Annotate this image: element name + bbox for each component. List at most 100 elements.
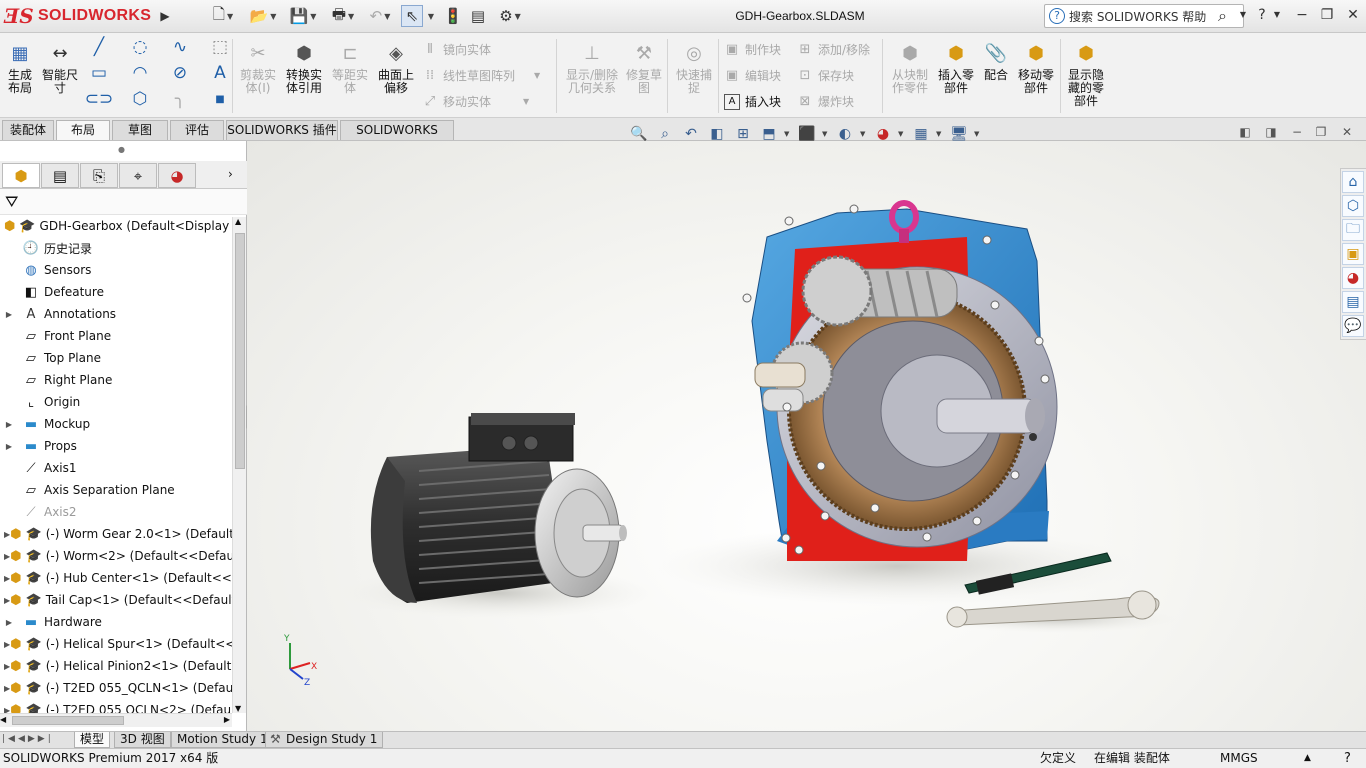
select-dropdown[interactable]: ▼ xyxy=(424,5,436,27)
rectangle-icon[interactable]: ▭ xyxy=(88,63,110,83)
new-document-button[interactable]: 🗋 ▼ xyxy=(205,5,241,27)
tree-item[interactable]: ▶⬢🎓(-) T2ED 055_QCLN<1> (Default<<Defaul… xyxy=(0,677,232,699)
move-component-button[interactable]: ⬢ 移动零 部件 xyxy=(1014,41,1058,95)
view-orientation-dropdown[interactable]: ▼ xyxy=(784,130,792,138)
viewport-close-icon[interactable]: ✕ xyxy=(1338,125,1356,141)
tab-evaluate[interactable]: 评估 xyxy=(170,120,224,140)
file-explorer-icon[interactable]: 🗀 xyxy=(1342,219,1364,241)
graphics-area[interactable]: Y X Z xyxy=(247,141,1366,731)
view-orientation-icon[interactable]: ⬒ xyxy=(758,125,780,143)
tree-item[interactable]: ◍ Sensors xyxy=(0,259,232,281)
apply-scene-icon[interactable]: ▦ xyxy=(910,125,932,143)
view-palette-icon[interactable]: ▣ xyxy=(1342,243,1364,265)
construction-geometry-icon[interactable]: ⬚ xyxy=(209,37,231,57)
repair-sketch-button[interactable]: ⚒ 修复草 图 xyxy=(624,41,664,95)
hide-show-dropdown[interactable]: ▼ xyxy=(860,130,868,138)
linear-pattern-button[interactable]: ⁞⁞ 线性草图阵列 ▼ xyxy=(422,67,540,84)
point-icon[interactable]: ■ xyxy=(209,89,231,109)
scroll-thumb[interactable] xyxy=(235,233,245,469)
file-properties-button[interactable]: ▤ xyxy=(468,5,488,27)
expand-arrow-icon[interactable]: ▶ xyxy=(4,618,14,627)
tree-item[interactable]: ▱ Right Plane xyxy=(0,369,232,391)
tab-3d-views[interactable]: 3D 视图 xyxy=(114,732,171,748)
tree-horizontal-scrollbar[interactable]: ◀ ▶ xyxy=(0,713,232,727)
tree-item[interactable]: ▶⬢🎓(-) Worm<2> (Default<<Default>_Displa… xyxy=(0,545,232,567)
tree-item[interactable]: ▶ ▬ Hardware xyxy=(0,611,232,633)
insert-component-button[interactable]: ⬢ 插入零 部件 xyxy=(934,41,978,95)
property-manager-tab[interactable]: ▤ xyxy=(41,163,79,188)
offset-on-surface-button[interactable]: ◈ 曲面上 偏移 xyxy=(374,41,418,95)
create-layout-button[interactable]: ▦ 生成 布局 xyxy=(4,41,36,95)
quick-snap-button[interactable]: ◎ 快速捕 捉 xyxy=(672,41,716,95)
view-settings-icon[interactable]: 🖥 xyxy=(948,125,970,143)
display-relations-button[interactable]: ⊥ 显示/删除 几何关系 xyxy=(562,41,622,95)
zoom-to-fit-icon[interactable]: 🔍 xyxy=(628,125,650,143)
tab-model[interactable]: 模型 xyxy=(74,732,111,748)
display-style-icon[interactable]: ⬛ xyxy=(796,125,818,143)
tab-sketch[interactable]: 草图 xyxy=(112,120,168,140)
previous-view-icon[interactable]: ↶ xyxy=(680,125,702,143)
feature-manager-tab[interactable]: ⬢ xyxy=(2,163,40,188)
tree-item[interactable]: ▱ Axis Separation Plane xyxy=(0,479,232,501)
options-button[interactable]: ⚙ ▼ xyxy=(493,5,527,27)
close-button[interactable]: ✕ xyxy=(1342,4,1364,26)
display-manager-tab[interactable]: ◕ xyxy=(158,163,196,188)
units-dropdown-icon[interactable]: ▲ xyxy=(1304,749,1311,768)
tree-item[interactable]: ◧ Defeature xyxy=(0,281,232,303)
tree-item[interactable]: 🕘 历史记录 xyxy=(0,237,232,259)
scroll-right-arrow[interactable]: ▶ xyxy=(224,715,230,724)
save-block-button[interactable]: ⊡ 保存块 xyxy=(797,67,854,84)
tab-scroll-arrows[interactable]: |◀◀▶▶| xyxy=(2,732,54,747)
help-dropdown-arrow[interactable]: ▼ xyxy=(1266,4,1288,26)
electric-motor[interactable] xyxy=(370,413,627,603)
scroll-left-arrow[interactable]: ◀ xyxy=(0,715,6,724)
appearance-dropdown[interactable]: ▼ xyxy=(898,130,906,138)
tree-item[interactable]: ▱ Top Plane xyxy=(0,347,232,369)
tree-item[interactable]: ⟋ Axis2 xyxy=(0,501,232,523)
polygon-icon[interactable]: ⬡ xyxy=(129,89,151,109)
solidworks-resources-icon[interactable]: ⌂ xyxy=(1342,171,1364,193)
tree-filter-row[interactable]: ⛛ xyxy=(0,189,247,215)
view-settings-dropdown[interactable]: ▼ xyxy=(974,130,982,138)
undo-button[interactable]: ↶ ▼ xyxy=(363,5,397,27)
tab-assembly[interactable]: 装配体 xyxy=(2,120,54,140)
zoom-to-area-icon[interactable]: ⌕ xyxy=(654,125,676,143)
tree-root-assembly[interactable]: ⬢🎓GDH-Gearbox (Default<Display State-1>) xyxy=(0,217,232,237)
section-view-icon[interactable]: ◧ xyxy=(706,125,728,143)
insert-block-button[interactable]: A 插入块 xyxy=(724,93,781,110)
tab-solidworks-addins[interactable]: SOLIDWORKS 插件 xyxy=(226,120,338,140)
tab-layout[interactable]: 布局 xyxy=(56,120,110,140)
configuration-manager-tab[interactable]: ⎘ xyxy=(80,163,118,188)
tree-item[interactable]: ▶⬢🎓(-) Worm Gear 2.0<1> (Default<<Defaul… xyxy=(0,523,232,545)
menu-expand-arrow[interactable]: ▶ xyxy=(157,5,173,27)
line-icon[interactable]: ╱ xyxy=(88,37,110,57)
appearances-scenes-icon[interactable]: ◕ xyxy=(1342,267,1364,289)
panel-collapse-handle[interactable]: ● xyxy=(118,145,125,154)
hide-show-items-icon[interactable]: ◐ xyxy=(834,125,856,143)
help-search-input[interactable]: ? 搜索 SOLIDWORKS 帮助 ⌕ xyxy=(1044,4,1244,28)
tree-item[interactable]: ⟋ Axis1 xyxy=(0,457,232,479)
restore-button[interactable]: ❐ xyxy=(1316,4,1338,26)
forum-icon[interactable]: 💬 xyxy=(1342,315,1364,337)
minimize-button[interactable]: − xyxy=(1291,4,1313,26)
viewport-split-right-icon[interactable]: ◨ xyxy=(1262,125,1280,141)
tree-item[interactable]: ▶⬢🎓(-) T2ED 055 OCLN<2> (Default<<Defaul… xyxy=(0,699,232,714)
viewport-split-left-icon[interactable]: ◧ xyxy=(1236,125,1254,141)
tree-item[interactable]: ▶⬢🎓(-) Helical Spur<1> (Default<<Default… xyxy=(0,633,232,655)
horizontal-scroll-thumb[interactable] xyxy=(12,716,124,725)
show-hidden-components-button[interactable]: ⬢ 显示隐 藏的零 部件 xyxy=(1064,41,1108,108)
dimxpert-manager-tab[interactable]: ⌖ xyxy=(119,163,157,188)
convert-entities-button[interactable]: ⬢ 转换实 体引用 xyxy=(282,41,326,95)
spline-icon[interactable]: ∿ xyxy=(169,37,191,57)
viewport-restore-icon[interactable]: ❐ xyxy=(1312,125,1330,141)
scroll-down-arrow[interactable]: ▼ xyxy=(235,704,241,713)
help-status-icon[interactable]: ? xyxy=(1344,749,1351,768)
scene-dropdown[interactable]: ▼ xyxy=(936,130,944,138)
mate-button[interactable]: 📎 配合 xyxy=(980,41,1012,82)
add-remove-button[interactable]: ⊞ 添加/移除 xyxy=(797,41,871,58)
trim-entities-button[interactable]: ✂ 剪裁实 体(I) xyxy=(238,41,278,95)
open-button[interactable]: 📂 ▼ xyxy=(245,5,281,27)
tab-motion-study[interactable]: Motion Study 1 xyxy=(171,732,274,748)
text-icon[interactable]: A xyxy=(209,63,231,83)
explode-block-button[interactable]: ⊠ 爆炸块 xyxy=(797,93,854,110)
